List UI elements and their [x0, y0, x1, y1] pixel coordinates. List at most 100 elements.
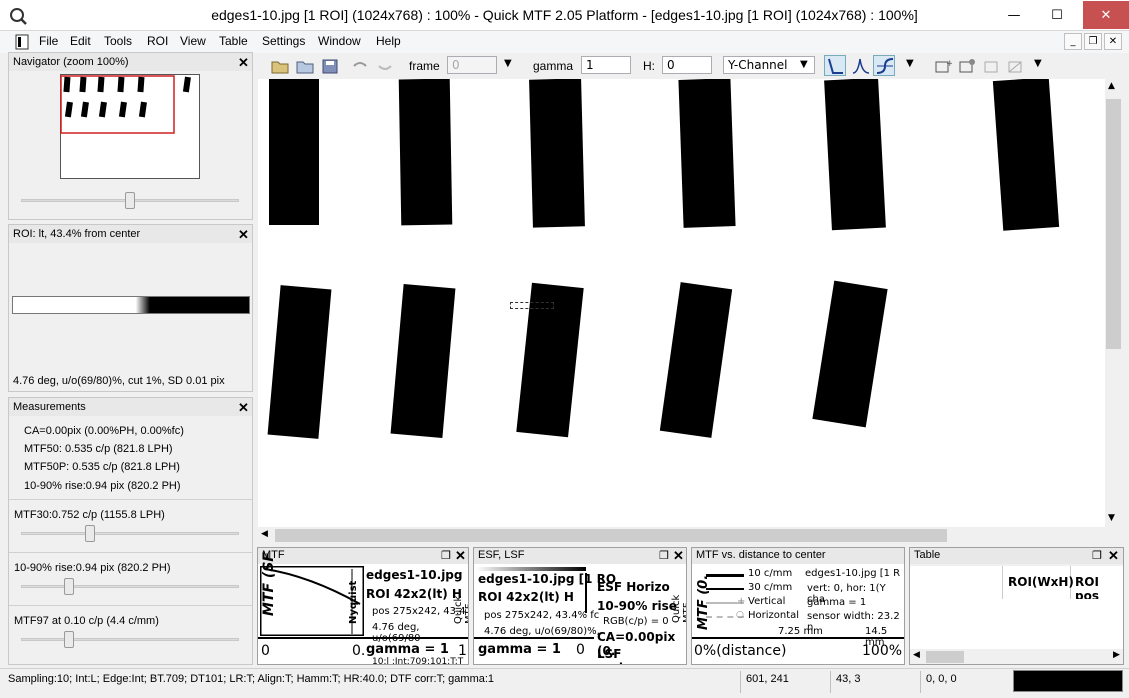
vertical-scrollbar[interactable]: ▲ ▼: [1105, 79, 1122, 527]
legend-horizontal: Horizontal: [748, 610, 800, 621]
horizontal-scroll-thumb[interactable]: [275, 529, 947, 542]
divider: [9, 552, 252, 553]
menu-settings[interactable]: Settings: [262, 34, 305, 48]
redo-icon[interactable]: [376, 58, 394, 74]
mtf30-track[interactable]: [21, 532, 239, 535]
esf-horizontal: ESF Horizo: [597, 580, 670, 594]
menu-help[interactable]: Help: [376, 34, 401, 48]
mtf-file: edges1-10.jpg: [366, 568, 463, 582]
divider: [9, 499, 252, 500]
rise-slider[interactable]: [64, 578, 74, 595]
measurements-close-icon[interactable]: ✕: [238, 400, 249, 416]
curve-mode-icon[interactable]: [873, 55, 895, 76]
table-scroll-thumb[interactable]: [926, 651, 964, 663]
edge-target: [390, 284, 456, 438]
esf-gamma: gamma = 1: [478, 642, 561, 657]
clear-roi-icon[interactable]: [1007, 58, 1025, 74]
table-scroll-left-icon[interactable]: ◀: [913, 650, 920, 660]
mdi-close-button[interactable]: ✕: [1104, 33, 1122, 50]
add-roi-icon[interactable]: +: [934, 58, 952, 74]
document-icon[interactable]: [14, 34, 30, 50]
rise-track[interactable]: [21, 585, 239, 588]
roi-header: ROI: lt, 43.4% from center ✕: [9, 225, 252, 243]
table-close-icon[interactable]: ✕: [1108, 548, 1119, 564]
menu-tools[interactable]: Tools: [104, 34, 132, 48]
mtf-axis-max: 0.: [352, 643, 366, 659]
mdi-restore-button[interactable]: ❐: [1084, 33, 1102, 50]
menu-window[interactable]: Window: [318, 34, 361, 48]
mtf-gamma: gamma = 1: [366, 642, 449, 657]
vertical-marker-icon: +: [737, 596, 746, 607]
mtf-ylabel: MTF (SF: [261, 552, 277, 616]
mtf97-track[interactable]: [21, 638, 239, 641]
roi-selection[interactable]: [510, 302, 554, 309]
table-scroll-right-icon[interactable]: ▶: [1113, 650, 1120, 660]
image-canvas[interactable]: [258, 79, 1105, 527]
mtf-pos: pos 275x242, 43.4: [372, 606, 466, 617]
scroll-up-icon[interactable]: ▲: [1108, 81, 1115, 91]
table-header: Table ❐ ✕: [910, 548, 1123, 564]
roi-dropdown-icon[interactable]: ▼: [1034, 58, 1042, 69]
column-roi-size[interactable]: ROI(WxH): [1008, 575, 1074, 589]
mode-dropdown-icon[interactable]: ▼: [906, 58, 914, 69]
legend-30-line: [706, 588, 744, 590]
minimize-button[interactable]: —: [997, 1, 1031, 29]
navigator-thumbnail[interactable]: [60, 74, 200, 179]
mtf97-label: MTF97 at 0.10 c/p (4.4 c/mm): [14, 615, 159, 627]
scroll-left-icon[interactable]: ◀: [261, 529, 268, 539]
lsf-mode-icon[interactable]: [850, 55, 872, 76]
h-input[interactable]: 0: [662, 56, 712, 74]
navigator-close-icon[interactable]: ✕: [238, 55, 249, 71]
auto-roi-icon[interactable]: [958, 58, 976, 74]
frame-input[interactable]: 0: [447, 56, 497, 74]
navigator-title: Navigator (zoom 100%): [13, 56, 129, 68]
channel-dropdown-icon[interactable]: ▼: [800, 59, 808, 70]
navigator-zoom-slider[interactable]: [125, 192, 135, 209]
maximize-button[interactable]: ☐: [1031, 1, 1083, 29]
gamma-input[interactable]: 1: [581, 56, 631, 74]
esf-close-icon[interactable]: ✕: [673, 548, 684, 564]
vertical-scroll-thumb[interactable]: [1106, 99, 1121, 349]
open-folder-icon[interactable]: [271, 58, 289, 74]
mtf30-slider[interactable]: [85, 525, 95, 542]
close-button[interactable]: ✕: [1083, 1, 1129, 29]
save-icon[interactable]: [321, 58, 339, 74]
menu-edit[interactable]: Edit: [70, 34, 91, 48]
esf-roi: ROI 42x2(lt) H: [478, 590, 574, 604]
roi-info: 4.76 deg, u/o(69/80)%, cut 1%, SD 0.01 p…: [13, 375, 225, 387]
edge-target: [678, 79, 736, 228]
menu-table[interactable]: Table: [219, 34, 248, 48]
roi-close-icon[interactable]: ✕: [238, 227, 249, 243]
esf-mode-icon[interactable]: [824, 55, 846, 76]
mtf-maximize-icon[interactable]: ❐: [441, 549, 451, 562]
mtf-roi: ROI 42x2(lt) H: [366, 587, 462, 601]
distance-xmax: 100%: [862, 643, 903, 659]
undo-icon[interactable]: [351, 58, 369, 74]
legend-10: 10 c/mm: [748, 568, 793, 579]
open-batch-icon[interactable]: [296, 58, 314, 74]
frame-dropdown-icon[interactable]: ▼: [504, 58, 512, 69]
distance-title: MTF vs. distance to center: [696, 549, 826, 561]
mtf-axis-min: 0: [261, 643, 270, 659]
divider: [9, 605, 252, 606]
mdi-minimize-button[interactable]: _: [1064, 33, 1082, 50]
divider: [258, 637, 468, 639]
scroll-down-icon[interactable]: ▼: [1108, 513, 1115, 523]
horizontal-scrollbar[interactable]: ◀: [258, 527, 1105, 544]
mtf30-label: MTF30:0.752 c/p (1155.8 LPH): [14, 509, 165, 521]
table-hscrollbar[interactable]: ◀ ▶: [910, 649, 1123, 664]
menu-file[interactable]: File: [39, 34, 58, 48]
mtf97-slider[interactable]: [64, 631, 74, 648]
remove-roi-icon[interactable]: [983, 58, 1001, 74]
table-body[interactable]: [910, 599, 1123, 649]
esf-gradient: [476, 567, 586, 571]
mtf-close-icon[interactable]: ✕: [455, 548, 466, 564]
menu-view[interactable]: View: [180, 34, 206, 48]
legend-10-line: [706, 574, 744, 577]
esf-maximize-icon[interactable]: ❐: [659, 549, 669, 562]
roi-edge-preview: [12, 296, 250, 314]
menu-roi[interactable]: ROI: [147, 34, 168, 48]
mtf-panel: MTF ❐ ✕ MTF (SF Nyquist edges1-10.jpg RO…: [257, 547, 469, 665]
status-roi-pos: 43, 3: [836, 673, 861, 685]
table-maximize-icon[interactable]: ❐: [1092, 549, 1102, 562]
